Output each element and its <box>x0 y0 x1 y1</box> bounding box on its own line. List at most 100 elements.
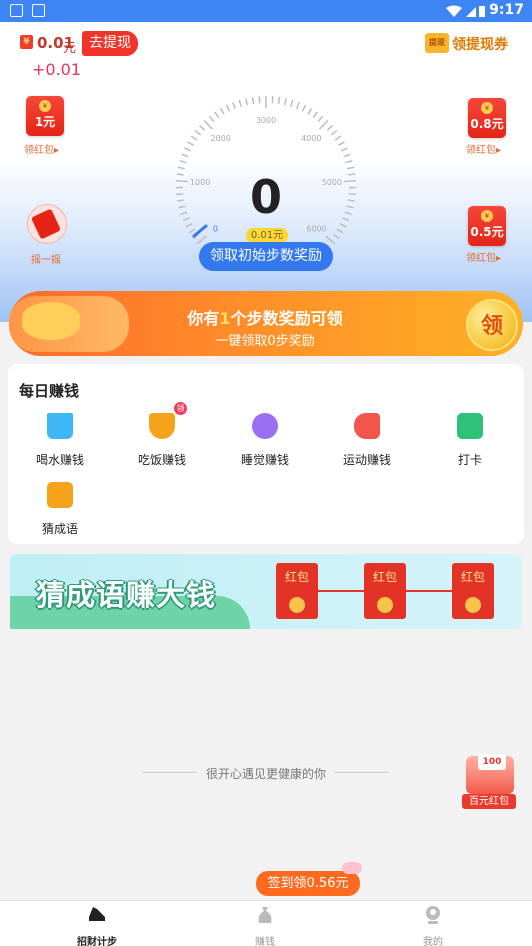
idiom-book-icon <box>47 482 73 508</box>
money-bag-icon <box>258 907 272 923</box>
gauge-tick <box>181 153 189 158</box>
task-label: 睡觉赚钱 <box>240 453 289 467</box>
gauge-tick <box>194 129 202 136</box>
gauge-tick <box>318 120 329 130</box>
task-sleep[interactable]: 睡觉赚钱 <box>220 413 310 468</box>
red-packet-amount: 1元 <box>34 115 56 129</box>
moon-icon <box>252 413 278 439</box>
gauge-tick <box>339 223 347 228</box>
gauge-tick <box>245 98 249 106</box>
banner-title: 你有1个步数奖励可领 <box>187 309 343 328</box>
gauge-tick <box>277 96 281 105</box>
status-bar: 9:17 <box>0 0 532 22</box>
task-checkin[interactable]: 打卡 <box>425 413 515 468</box>
task-exercise[interactable]: 运动赚钱 <box>322 413 412 468</box>
gauge-tick-label: 2000 <box>211 134 231 143</box>
gauge-tick <box>290 99 294 107</box>
yuan-coin-icon: ¥ <box>20 35 33 49</box>
calendar-check-icon <box>457 413 483 439</box>
hundred-yuan-label[interactable]: 百元红包 <box>462 794 516 809</box>
task-drink-water[interactable]: 喝水赚钱 <box>15 413 105 468</box>
tab-earn[interactable]: 赚钱 <box>225 905 305 946</box>
sparkle-decoration-icon <box>342 862 362 874</box>
tab-profile[interactable]: 我的 <box>393 905 473 946</box>
checkin-bonus-button[interactable]: 签到领0.56元 <box>256 871 360 896</box>
sneaker-icon <box>354 413 380 439</box>
yuan-coin-icon: ¥ <box>481 210 493 222</box>
gauge-tick <box>176 180 189 183</box>
coin-envelope-icon <box>22 302 80 340</box>
shoe-icon <box>89 907 105 921</box>
red-envelope-icon: 红包 <box>452 563 494 619</box>
app-notification-icon <box>10 4 23 17</box>
food-bowl-icon <box>149 413 175 439</box>
claim-initial-steps-button[interactable]: 领取初始步数奖励 <box>199 242 333 271</box>
gauge-tick <box>334 135 342 141</box>
gauge-tick <box>347 199 355 202</box>
red-packet-left[interactable]: ¥ 1元 <box>26 96 64 136</box>
gauge-tick <box>187 141 195 146</box>
gauge-tick <box>347 166 355 170</box>
red-envelope-icon: 红包 <box>276 563 318 619</box>
gauge-tick <box>198 124 206 131</box>
gauge-tick <box>301 104 307 112</box>
red-packet-right-top[interactable]: ¥ 0.8元 <box>468 98 506 138</box>
gauge-tick <box>330 129 338 136</box>
gauge-tick <box>336 228 344 234</box>
gauge-tick-label: 1000 <box>190 178 210 187</box>
footer-tagline: 很开心遇见更健康的你 <box>205 767 326 781</box>
gauge-tick <box>343 180 356 183</box>
step-count: 0 <box>249 170 282 224</box>
daily-earn-title: 每日赚钱 <box>19 382 80 400</box>
app-notification-icon-2 <box>32 4 45 17</box>
gauge-tick-label: 3000 <box>256 116 276 125</box>
task-label: 喝水赚钱 <box>35 453 84 467</box>
gauge-tick <box>312 111 318 119</box>
gauge-tick <box>325 235 336 245</box>
gauge-tick <box>232 102 237 110</box>
claim-coin-button[interactable]: 领 <box>466 299 518 351</box>
withdraw-button[interactable]: 去提现 <box>82 31 138 56</box>
tab-label: 招财计步 <box>77 937 117 946</box>
gauge-tick <box>345 159 353 164</box>
tab-label: 赚钱 <box>255 937 275 946</box>
task-idiom[interactable]: 猜成语 <box>15 482 105 537</box>
gauge-tick <box>190 135 198 141</box>
coupon-icon[interactable]: 提现 <box>425 33 449 53</box>
step-reward-badge: 0.01元 <box>246 228 288 243</box>
banner-subtitle: 一键领取0步奖励 <box>215 334 315 349</box>
task-eat[interactable]: 吃饭赚钱 <box>117 413 207 468</box>
gauge-tick <box>225 104 231 112</box>
gauge-tick <box>177 166 185 170</box>
gauge-tick <box>295 102 300 110</box>
status-time: 9:17 <box>489 2 524 18</box>
gauge-tick <box>176 192 184 196</box>
gauge-tick <box>180 211 188 216</box>
yuan-coin-icon: ¥ <box>39 100 51 112</box>
claim-coupon-link[interactable]: 领提现券 <box>452 34 508 54</box>
gauge-tick <box>176 173 184 176</box>
task-label: 打卡 <box>457 453 482 467</box>
gauge-tick <box>184 147 192 152</box>
gauge-tick <box>177 199 185 202</box>
red-packet-label[interactable]: 领红包▸ <box>24 141 59 156</box>
task-label: 吃饭赚钱 <box>137 453 186 467</box>
tab-label: 我的 <box>423 937 443 946</box>
shake-label[interactable]: 摇一摇 <box>31 251 61 266</box>
tab-step[interactable]: 招财计步 <box>57 905 137 946</box>
gauge-progress <box>192 224 208 238</box>
gauge-tick <box>179 159 187 164</box>
red-packet-right-bottom[interactable]: ¥ 0.5元 <box>468 206 506 246</box>
gauge-tick <box>208 115 215 122</box>
gauge-tick <box>343 153 351 158</box>
hundred-badge: 100 <box>478 754 506 770</box>
gauge-tick <box>214 111 220 119</box>
gauge-tick-label: 0 <box>213 224 218 233</box>
gauge-tick <box>182 217 190 222</box>
balance-delta: +0.01 <box>32 60 82 79</box>
divider <box>334 772 389 773</box>
gauge-tick <box>203 120 214 130</box>
task-label: 运动赚钱 <box>342 453 391 467</box>
red-packet-label[interactable]: 领红包▸ <box>466 249 501 264</box>
red-packet-label[interactable]: 领红包▸ <box>466 141 501 156</box>
